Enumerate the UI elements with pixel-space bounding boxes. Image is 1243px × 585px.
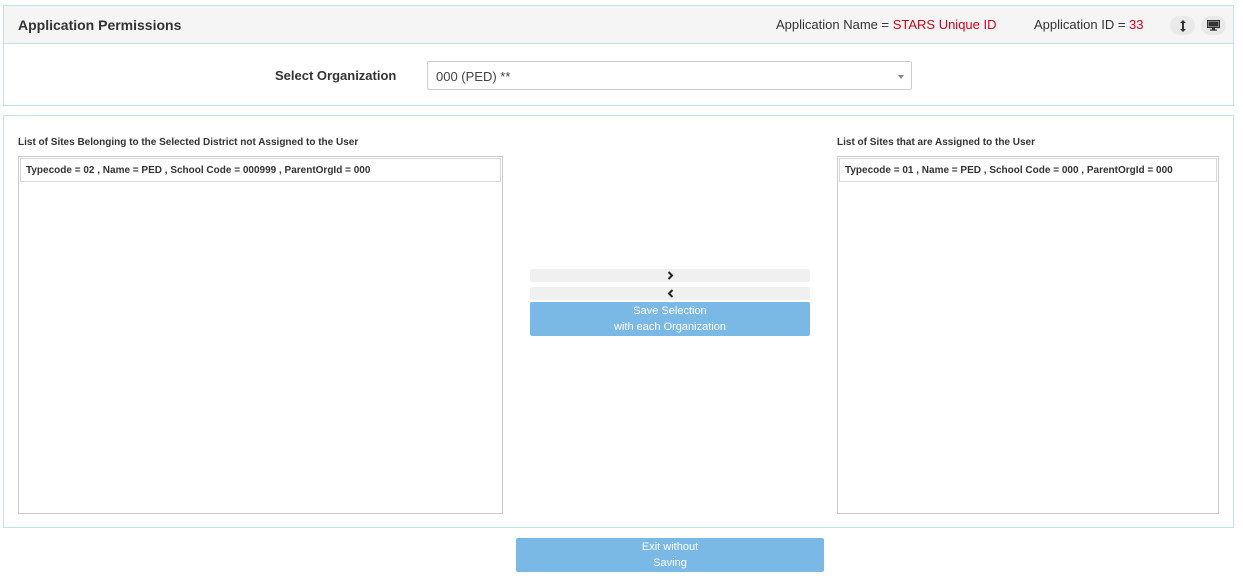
application-name-label: Application Name = bbox=[776, 17, 893, 32]
move-right-button[interactable] bbox=[530, 269, 810, 282]
save-selection-button[interactable]: Save Selection with each Organization bbox=[530, 302, 810, 336]
chevron-right-icon bbox=[667, 271, 673, 280]
application-id-info: Application ID = 33 bbox=[1034, 17, 1144, 32]
dropdown-caret-icon bbox=[898, 75, 904, 79]
unassigned-sites-title: List of Sites Belonging to the Selected … bbox=[18, 137, 359, 148]
chevron-left-icon bbox=[667, 289, 673, 298]
organization-panel: Application Permissions Application Name… bbox=[3, 5, 1234, 106]
save-button-line2: with each Organization bbox=[614, 321, 726, 333]
application-name-value: STARS Unique ID bbox=[892, 17, 997, 32]
move-left-button[interactable] bbox=[530, 287, 810, 300]
application-name-info: Application Name = STARS Unique ID bbox=[776, 17, 997, 32]
application-id-label: Application ID = bbox=[1034, 17, 1130, 32]
exit-without-saving-button[interactable]: Exit without Saving bbox=[516, 538, 824, 572]
resize-vertical-icon[interactable] bbox=[1170, 16, 1195, 35]
page-title: Application Permissions bbox=[18, 17, 182, 33]
list-item[interactable]: Typecode = 01 , Name = PED , School Code… bbox=[839, 158, 1217, 182]
organization-select[interactable]: 000 (PED) ** bbox=[427, 61, 912, 90]
unassigned-sites-list[interactable]: Typecode = 02 , Name = PED , School Code… bbox=[18, 156, 503, 514]
application-id-value: 33 bbox=[1129, 17, 1144, 32]
exit-button-line1: Exit without bbox=[641, 541, 699, 553]
save-button-line1: Save Selection bbox=[633, 305, 707, 317]
list-item[interactable]: Typecode = 02 , Name = PED , School Code… bbox=[20, 158, 501, 182]
exit-button-line2: Saving bbox=[653, 557, 687, 569]
organization-select-value: 000 (PED) ** bbox=[436, 69, 511, 84]
assigned-sites-title: List of Sites that are Assigned to the U… bbox=[837, 137, 1036, 148]
select-organization-label: Select Organization bbox=[275, 68, 397, 83]
panel-header: Application Permissions Application Name… bbox=[4, 6, 1233, 44]
site-assignment-panel: List of Sites Belonging to the Selected … bbox=[3, 115, 1234, 528]
assigned-sites-list[interactable]: Typecode = 01 , Name = PED , School Code… bbox=[837, 156, 1219, 514]
desktop-icon[interactable] bbox=[1201, 16, 1226, 35]
